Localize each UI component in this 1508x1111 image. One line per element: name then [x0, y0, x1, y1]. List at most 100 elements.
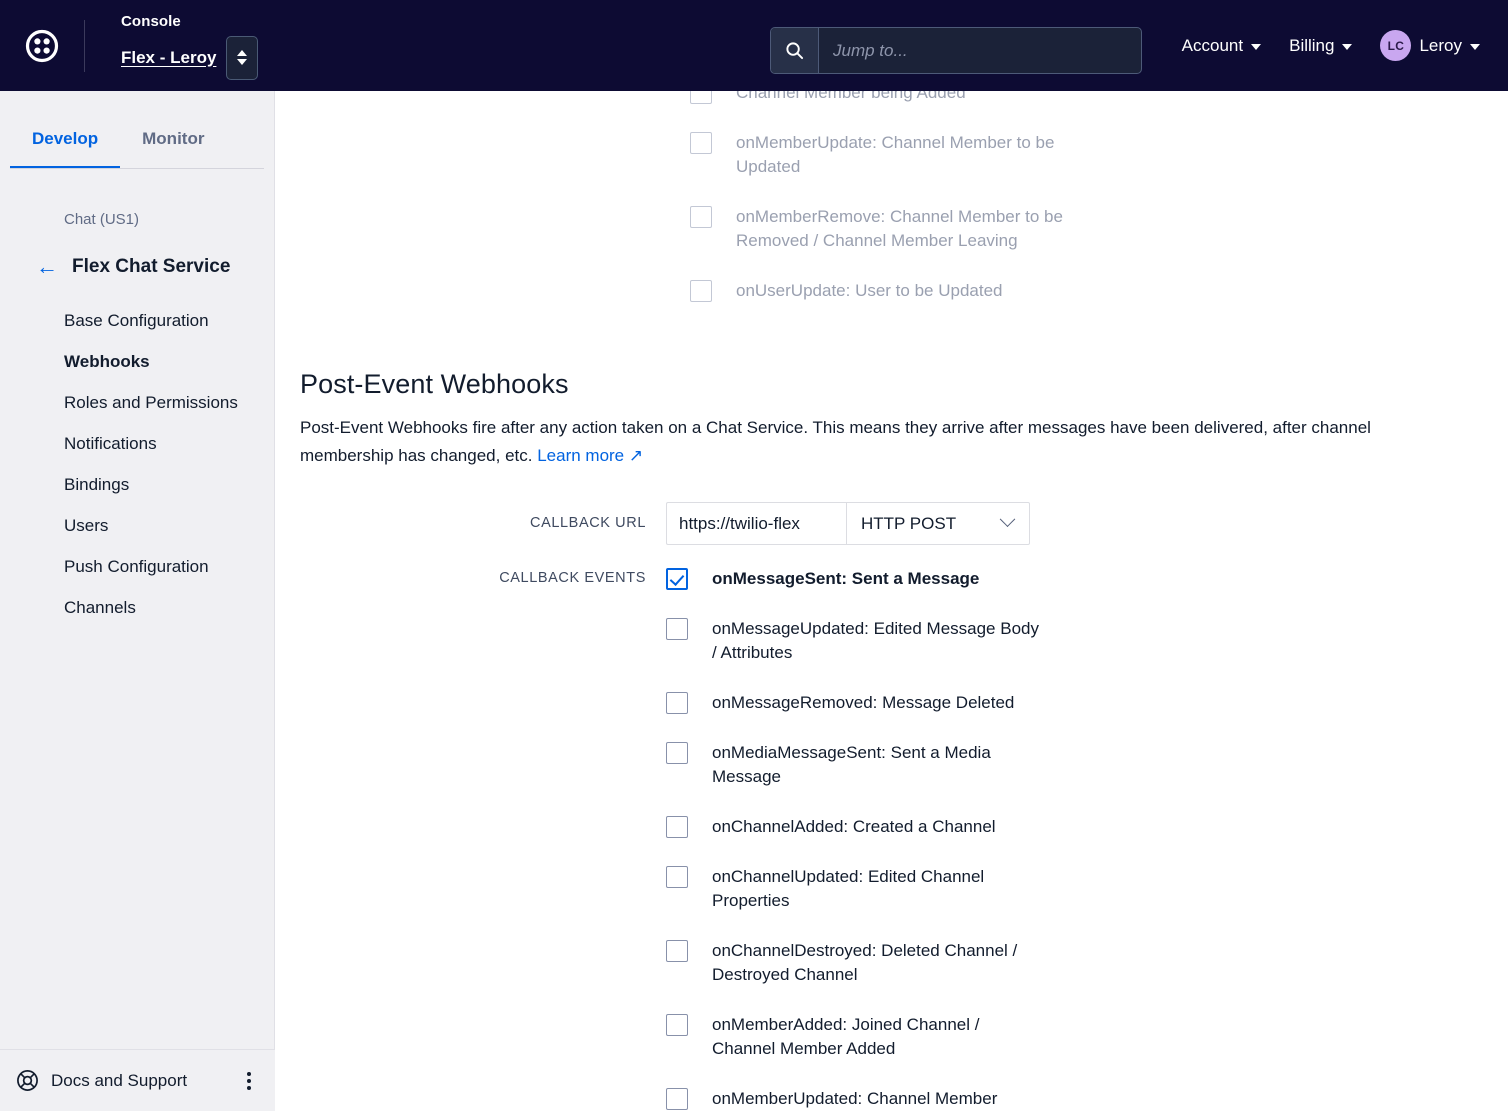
sidebar-item-notifications[interactable]: Notifications	[0, 423, 274, 464]
callback-url-input[interactable]	[666, 502, 846, 545]
checkbox-row[interactable]: onUserUpdate: User to be Updated	[300, 279, 1508, 303]
sidebar-item-push-configuration[interactable]: Push Configuration	[0, 546, 274, 587]
checkbox-label: onChannelUpdated: Edited Channel Propert…	[712, 867, 985, 910]
checkbox[interactable]	[666, 568, 688, 590]
top-nav-right-group: Account Billing LC Leroy	[1168, 0, 1494, 91]
twilio-logo-button[interactable]	[0, 0, 84, 91]
chevron-down-icon	[1470, 43, 1480, 50]
checkbox-row[interactable]: onMemberAdded: Joined Channel / Channel …	[666, 1013, 1047, 1061]
checkbox[interactable]	[690, 91, 712, 104]
account-name-link[interactable]: Flex - Leroy	[121, 46, 216, 70]
checkbox-row[interactable]: onChannelAdded: Created a Channel	[666, 815, 1047, 839]
account-menu[interactable]: Account	[1168, 26, 1275, 66]
checkbox[interactable]	[690, 280, 712, 302]
callback-url-row: CALLBACK URL HTTP POST	[300, 502, 1508, 545]
checkbox-label: onUserUpdate: User to be Updated	[736, 281, 1003, 300]
sidebar-item-users[interactable]: Users	[0, 505, 274, 546]
checkbox[interactable]	[666, 816, 688, 838]
callback-url-group: HTTP POST	[666, 502, 1030, 545]
search-input[interactable]	[819, 28, 1141, 73]
checkbox-row[interactable]: onMessageSent: Sent a Message	[666, 567, 1047, 591]
learn-more-label: Learn more	[537, 446, 625, 465]
checkbox[interactable]	[666, 940, 688, 962]
pre-event-webhooks-partial-list: Channel Member being Added onMemberUpdat…	[300, 91, 1508, 303]
checkbox-row[interactable]: onMessageUpdated: Edited Message Body / …	[666, 617, 1047, 665]
checkbox[interactable]	[690, 132, 712, 154]
service-title: Flex Chat Service	[72, 256, 231, 277]
checkbox-row[interactable]: onMemberRemove: Channel Member to be Rem…	[300, 205, 1508, 253]
learn-more-link[interactable]: Learn more ↗	[537, 446, 643, 465]
http-method-value: HTTP POST	[861, 513, 957, 533]
docs-and-support-footer: Docs and Support	[0, 1049, 275, 1111]
section-description: Post-Event Webhooks fire after any actio…	[300, 414, 1396, 470]
checkbox[interactable]	[666, 1088, 688, 1110]
user-name-label: Leroy	[1419, 35, 1462, 55]
checkbox-label: onChannelDestroyed: Deleted Channel / De…	[712, 941, 1018, 984]
avatar: LC	[1380, 30, 1412, 61]
checkbox-row[interactable]: onChannelDestroyed: Deleted Channel / De…	[666, 939, 1047, 987]
callback-url-label: CALLBACK URL	[530, 515, 646, 531]
chevron-down-icon	[1251, 43, 1262, 50]
checkbox-row[interactable]: onMemberUpdate: Channel Member to be Upd…	[300, 131, 1508, 179]
external-link-arrow-icon: ↗	[628, 446, 644, 465]
chevron-down-icon	[1342, 43, 1353, 50]
checkbox-row[interactable]: onMemberUpdated: Channel Member Updated	[666, 1087, 1047, 1111]
back-to-services[interactable]: ← Flex Chat Service	[0, 228, 274, 278]
search-icon	[771, 28, 819, 73]
global-search[interactable]	[770, 27, 1142, 74]
checkbox[interactable]	[666, 866, 688, 888]
brand-block: Console Flex - Leroy	[85, 12, 259, 80]
user-menu[interactable]: LC Leroy	[1366, 20, 1494, 71]
account-switcher-button[interactable]	[226, 35, 259, 80]
callback-events-row: CALLBACK EVENTS onMessageSent: Sent a Me…	[300, 567, 1508, 1111]
checkbox[interactable]	[666, 1014, 688, 1036]
sidebar-item-webhooks[interactable]: Webhooks	[0, 341, 274, 382]
docs-and-support-label[interactable]: Docs and Support	[51, 1071, 239, 1091]
lifebuoy-icon	[17, 1070, 38, 1091]
post-event-webhook-form: CALLBACK URL HTTP POST CALLBACK EVENTS	[300, 470, 1508, 1111]
top-navigation-bar: Console Flex - Leroy Account	[0, 0, 1508, 91]
checkbox-row[interactable]: onMediaMessageSent: Sent a Media Message	[666, 741, 1047, 789]
chevron-up-icon	[237, 50, 248, 56]
checkbox-label: onMemberRemove: Channel Member to be Rem…	[736, 207, 1063, 250]
sidebar-section-label: Chat (US1)	[64, 211, 140, 228]
console-page: Console Flex - Leroy Account	[0, 0, 1508, 1111]
sidebar: Develop Monitor Chat (US1) ← Flex Chat S…	[0, 91, 275, 1111]
checkbox-row[interactable]: onMessageRemoved: Message Deleted	[666, 691, 1047, 715]
checkbox-label: onMessageRemoved: Message Deleted	[712, 693, 1015, 712]
twilio-logo-icon	[25, 29, 59, 62]
chevron-down-icon	[237, 59, 248, 65]
kebab-menu-icon[interactable]	[239, 1064, 259, 1098]
checkbox-label: onMediaMessageSent: Sent a Media Message	[712, 743, 991, 786]
sidebar-item-channels[interactable]: Channels	[0, 587, 274, 628]
sidebar-item-roles-and-permissions[interactable]: Roles and Permissions	[0, 382, 274, 423]
tab-develop[interactable]: Develop	[10, 91, 121, 169]
http-method-select[interactable]: HTTP POST	[846, 502, 1030, 545]
billing-menu-label: Billing	[1289, 35, 1335, 55]
callback-events-list: onMessageSent: Sent a Message onMessageU…	[666, 567, 1047, 1111]
sidebar-item-base-configuration[interactable]: Base Configuration	[0, 300, 274, 341]
back-arrow-icon: ←	[36, 254, 58, 279]
checkbox-row[interactable]: onChannelUpdated: Edited Channel Propert…	[666, 865, 1047, 913]
callback-events-label: CALLBACK EVENTS	[499, 570, 646, 586]
sidebar-item-bindings[interactable]: Bindings	[0, 464, 274, 505]
checkbox[interactable]	[666, 692, 688, 714]
checkbox-label: onMemberUpdate: Channel Member to be Upd…	[736, 133, 1055, 176]
chevron-down-icon	[999, 511, 1016, 528]
sidebar-tabs: Develop Monitor	[0, 91, 274, 169]
checkbox[interactable]	[666, 742, 688, 764]
console-label: Console	[121, 12, 181, 30]
sidebar-nav-list: Base Configuration Webhooks Roles and Pe…	[0, 278, 274, 628]
billing-menu[interactable]: Billing	[1275, 26, 1366, 66]
tab-monitor[interactable]: Monitor	[120, 91, 226, 169]
section-description-text: Post-Event Webhooks fire after any actio…	[300, 418, 1371, 465]
checkbox[interactable]	[666, 618, 688, 640]
checkbox-label: onMemberAdded: Joined Channel / Channel …	[712, 1015, 980, 1058]
checkbox-label: onMessageSent: Sent a Message	[712, 569, 980, 588]
account-menu-label: Account	[1181, 35, 1244, 55]
checkbox-label: onMessageUpdated: Edited Message Body / …	[712, 619, 1039, 662]
checkbox-label: onMemberUpdated: Channel Member Updated	[712, 1089, 998, 1108]
checkbox[interactable]	[690, 206, 712, 228]
checkbox-label: Channel Member being Added	[736, 91, 966, 102]
checkbox-row[interactable]: Channel Member being Added	[300, 91, 1508, 105]
